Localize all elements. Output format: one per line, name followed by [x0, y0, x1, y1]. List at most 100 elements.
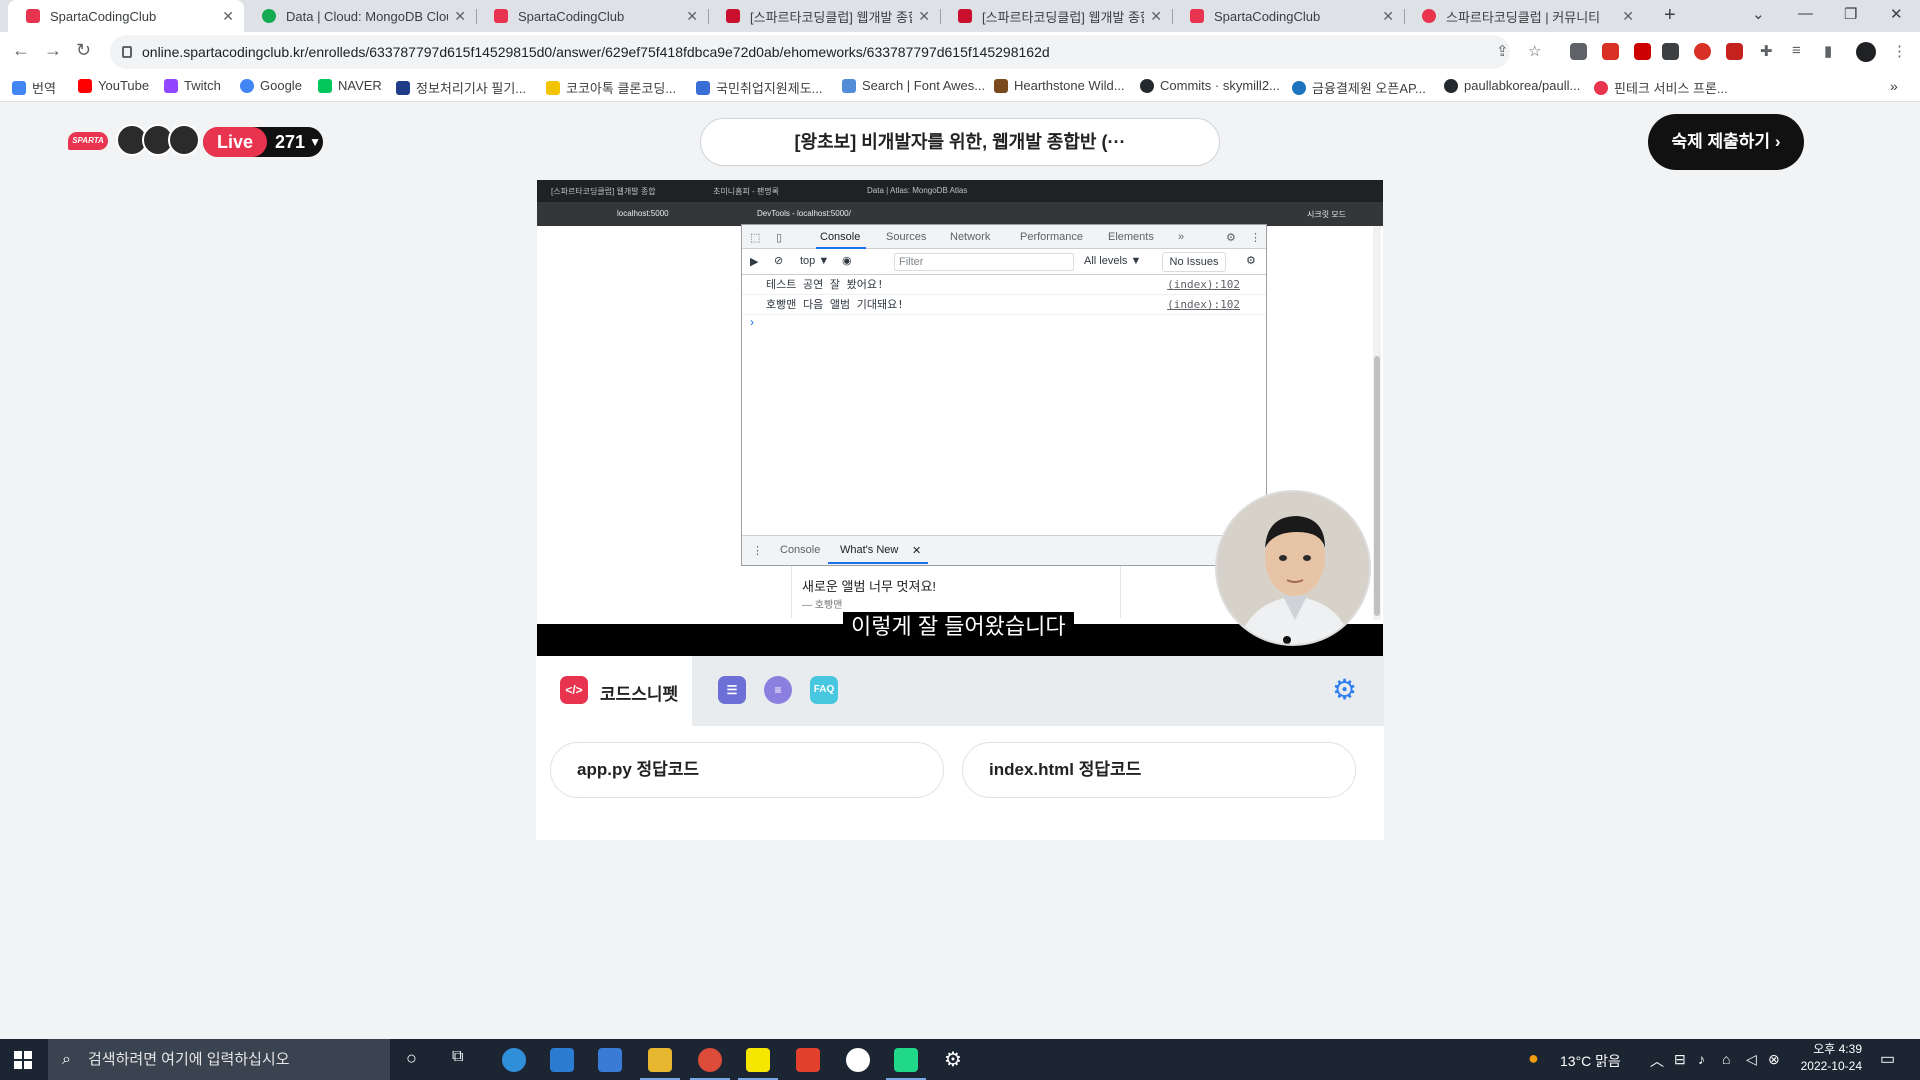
tray-overflow-icon[interactable]: ︿ [1650, 1051, 1664, 1071]
sidebar-toggle-icon: ▶ [750, 256, 759, 268]
chat-icon[interactable]: ≡ [764, 676, 792, 704]
bookmarks-overflow-icon[interactable]: » [1890, 78, 1898, 94]
network-adapter-icon[interactable]: ⊟ [1674, 1051, 1686, 1068]
devtools-tab-performance: Performance [1020, 231, 1083, 243]
bookmark-item[interactable]: 금융결제원 오픈AP... [1292, 78, 1426, 97]
course-title[interactable]: [왕초보] 비개발자를 위한, 웹개발 종합반 (··· [700, 118, 1220, 166]
lecture-video[interactable]: [스파르타코딩클럽] 웹개발 종합 초미니홈피 - 팬명록 Data | Atl… [537, 180, 1383, 656]
opera-extension-icon[interactable] [1694, 43, 1711, 60]
employment-icon [696, 80, 710, 95]
close-icon[interactable]: ✕ [454, 8, 466, 25]
bookmark-item[interactable]: YouTube [78, 78, 149, 93]
side-panel-icon[interactable]: ▮ [1824, 42, 1832, 60]
code-icon: </> [560, 676, 588, 704]
close-icon[interactable]: ✕ [1150, 8, 1162, 25]
weather-text[interactable]: 13°C 맑음 [1560, 1051, 1621, 1071]
bookmark-item[interactable]: paullabkorea/paull... [1444, 78, 1580, 93]
settings-gear-icon[interactable]: ⚙ [944, 1047, 962, 1072]
bookmark-item[interactable]: 번역 [12, 78, 56, 97]
browser-tab[interactable]: SpartaCodingClub ✕ [8, 0, 244, 32]
chrome-icon[interactable] [690, 1048, 730, 1080]
counter-extension-icon[interactable] [1662, 43, 1679, 60]
devtools-tab-network: Network [950, 231, 991, 243]
tab-search-icon[interactable]: ⌄ [1752, 5, 1765, 23]
reading-list-icon[interactable]: ≡ [1792, 42, 1801, 59]
browser-tab-strip: SpartaCodingClub ✕ Data | Cloud: MongoDB… [0, 0, 1920, 32]
bookmark-item[interactable]: Hearthstone Wild... [994, 78, 1125, 93]
browser-tab[interactable]: SpartaCodingClub ✕ [1172, 0, 1404, 32]
close-icon[interactable]: ✕ [918, 8, 930, 25]
bookmark-label: Twitch [184, 78, 221, 93]
forward-icon[interactable]: → [44, 40, 62, 61]
back-icon[interactable]: ← [12, 40, 30, 61]
bookmark-item[interactable]: 코코아톡 클론코딩... [546, 78, 676, 97]
comment-author: — 호빵맨 [802, 600, 843, 611]
close-icon[interactable]: ✕ [1382, 8, 1394, 25]
slack-icon[interactable] [846, 1048, 870, 1072]
pycharm-icon[interactable] [886, 1048, 926, 1080]
share-icon[interactable]: ⇪ [1496, 42, 1509, 60]
bookmark-item[interactable]: 정보처리기사 필기... [396, 78, 526, 97]
address-bar[interactable]: online.spartacodingclub.kr/enrolleds/633… [110, 35, 1510, 69]
console-toolbar: ▶ ⊘ top ▼ ◉ Filter All levels ▼ No Issue… [742, 249, 1266, 275]
checklist-icon[interactable]: ☰ [718, 676, 746, 704]
bookmark-item[interactable]: 핀테크 서비스 프론... [1594, 78, 1728, 97]
focus-assist-icon[interactable]: ⊗ [1768, 1051, 1780, 1068]
snippet-index-html-button[interactable]: index.html 정답코드 [962, 742, 1356, 798]
live-viewers-button[interactable]: Live 271 ▼ [203, 127, 323, 157]
new-tab-button[interactable]: + [1664, 4, 1676, 27]
windows-start-icon[interactable] [14, 1051, 32, 1069]
submit-homework-button[interactable]: 숙제 제출하기 › [1648, 114, 1804, 170]
window-close-icon[interactable]: ✕ [1890, 5, 1903, 23]
snippet-app-py-button[interactable]: app.py 정답코드 [550, 742, 944, 798]
clip-extension-icon[interactable] [1726, 43, 1743, 60]
bookmark-item[interactable]: Commits · skymill2... [1140, 78, 1280, 93]
store-icon[interactable] [550, 1048, 574, 1072]
volume-icon[interactable]: ◁ [1746, 1051, 1757, 1068]
minimize-icon[interactable]: — [1798, 5, 1813, 22]
tab-code-snippet[interactable]: </> 코드스니펫 [536, 656, 692, 726]
kakaotalk-icon[interactable] [738, 1048, 778, 1080]
bookmark-item[interactable]: 국민취업지원제도... [696, 78, 823, 97]
adblock-extension-icon[interactable] [1602, 43, 1619, 60]
close-icon[interactable]: ✕ [686, 8, 698, 25]
profile-avatar[interactable] [1856, 42, 1876, 62]
faq-icon[interactable]: FAQ [810, 676, 838, 704]
bookmark-item[interactable]: Search | Font Awes... [842, 78, 985, 93]
restore-icon[interactable]: ❐ [1844, 5, 1857, 23]
puzzle-extensions-icon[interactable]: ✚ [1760, 42, 1773, 60]
notification-icon[interactable]: ▭ [1880, 1049, 1895, 1069]
browser-tab[interactable]: Data | Cloud: MongoDB Cloud ✕ [244, 0, 476, 32]
office-icon[interactable] [796, 1048, 820, 1072]
menu-kebab-icon[interactable]: ⋮ [1892, 42, 1907, 60]
mail-icon[interactable] [598, 1048, 622, 1072]
file-explorer-icon[interactable] [640, 1048, 680, 1080]
bookmark-item[interactable]: Google [240, 78, 302, 93]
cast-extension-icon[interactable] [1570, 43, 1587, 60]
devtools-drawer: ⋮ Console What's New ✕ [742, 535, 1266, 565]
edge-icon[interactable] [502, 1048, 526, 1072]
browser-tab[interactable]: 스파르타코딩클럽 | 커뮤니티 ✕ [1404, 0, 1644, 32]
google-icon [240, 78, 254, 93]
gear-icon[interactable]: ⚙ [1332, 676, 1357, 704]
browser-tab[interactable]: SpartaCodingClub ✕ [476, 0, 708, 32]
drawer-tab-console: Console [780, 544, 821, 556]
microphone-icon[interactable]: ♪ [1698, 1051, 1705, 1067]
sparta-logo[interactable]: SPARTA [68, 132, 108, 150]
video-extension-icon[interactable] [1634, 43, 1651, 60]
community-favicon-icon [1422, 9, 1436, 23]
bookmark-star-icon[interactable]: ☆ [1528, 42, 1541, 60]
bookmark-item[interactable]: NAVER [318, 78, 382, 93]
browser-tab[interactable]: [스파르타코딩클럽] 웹개발 종합 ✕ [708, 0, 940, 32]
close-icon[interactable]: ✕ [1622, 8, 1634, 25]
browser-tab[interactable]: [스파르타코딩클럽] 웹개발 종합 ✕ [940, 0, 1172, 32]
cortana-icon[interactable]: ○ [406, 1048, 417, 1069]
live-viewer-avatars [116, 124, 200, 156]
reload-icon[interactable]: ↻ [76, 40, 91, 61]
taskbar-search[interactable]: ⌕ 검색하려면 여기에 입력하십시오 [48, 1039, 390, 1080]
task-view-icon[interactable]: ⧉ [452, 1048, 463, 1066]
wifi-icon[interactable]: ⌂ [1722, 1051, 1730, 1067]
close-icon[interactable]: ✕ [222, 8, 234, 25]
system-clock[interactable]: 오후 4:39 2022-10-24 [1790, 1041, 1862, 1075]
bookmark-item[interactable]: Twitch [164, 78, 221, 93]
